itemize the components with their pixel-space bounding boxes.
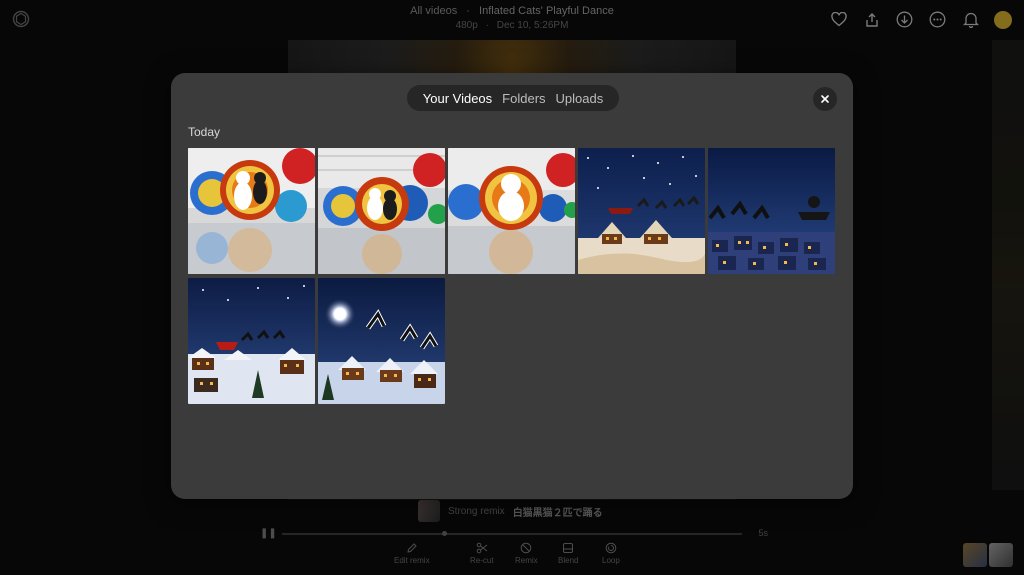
video-thumbnail-4[interactable]: [578, 148, 705, 274]
section-heading: Today: [188, 125, 221, 139]
close-button[interactable]: [813, 87, 837, 111]
close-icon: [821, 95, 829, 103]
modal-tabs: Your Videos Folders Uploads: [407, 85, 619, 111]
video-picker-modal: Your Videos Folders Uploads Today: [171, 73, 853, 499]
video-thumbnail-3[interactable]: [448, 148, 575, 274]
tab-uploads[interactable]: Uploads: [556, 91, 604, 106]
tab-your-videos[interactable]: Your Videos: [423, 91, 492, 106]
tab-folders[interactable]: Folders: [502, 91, 545, 106]
video-thumbnail-1[interactable]: [188, 148, 315, 274]
video-thumbnail-5[interactable]: [708, 148, 835, 274]
video-thumbnail-2[interactable]: [318, 148, 445, 274]
video-thumbnail-7[interactable]: [318, 278, 445, 404]
video-thumbnail-6[interactable]: [188, 278, 315, 404]
